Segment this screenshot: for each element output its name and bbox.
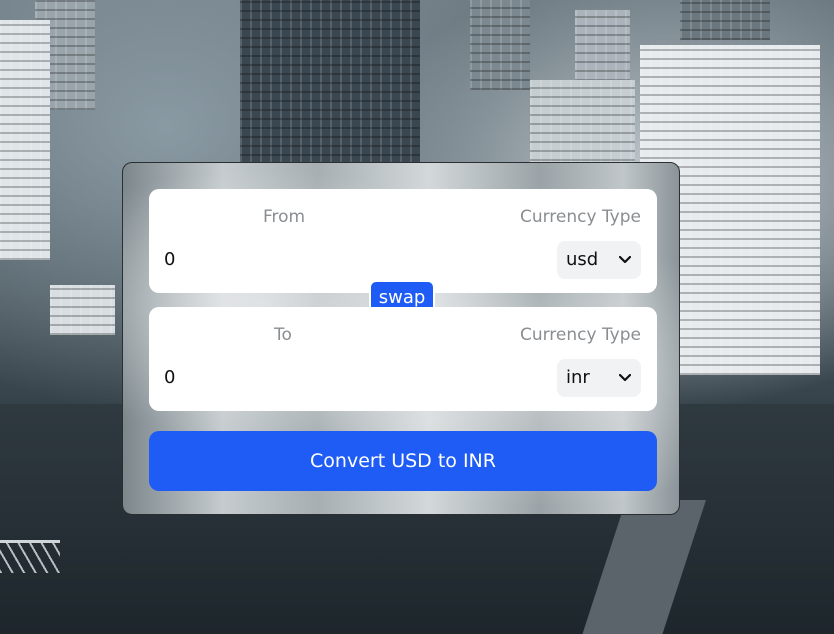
background-building — [470, 0, 530, 90]
background-building — [0, 20, 50, 260]
to-currency-select[interactable]: inr — [557, 359, 641, 397]
from-panel: From Currency Type 0 usd — [149, 189, 657, 293]
background-building — [530, 80, 635, 170]
converter-card: From Currency Type 0 usd swap To Currenc… — [122, 162, 680, 515]
to-label: To — [274, 325, 292, 345]
background-bridge — [0, 540, 60, 573]
to-panel: To Currency Type 0 inr — [149, 307, 657, 411]
background-building — [680, 0, 770, 40]
from-currency-type-label: Currency Type — [519, 207, 641, 227]
from-label: From — [263, 207, 306, 227]
to-currency-value: inr — [566, 367, 590, 388]
background-building — [575, 10, 630, 90]
convert-button[interactable]: Convert USD to INR — [149, 431, 657, 491]
to-amount-input[interactable]: 0 — [164, 367, 175, 388]
background-building — [240, 0, 420, 165]
from-currency-select[interactable]: usd — [557, 241, 641, 279]
page-background: From Currency Type 0 usd swap To Currenc… — [0, 0, 834, 634]
from-currency-value: usd — [566, 249, 599, 270]
background-building — [50, 285, 115, 335]
chevron-down-icon — [619, 241, 631, 279]
from-amount-input[interactable]: 0 — [164, 249, 175, 270]
to-currency-type-label: Currency Type — [519, 325, 641, 345]
chevron-down-icon — [619, 359, 631, 397]
